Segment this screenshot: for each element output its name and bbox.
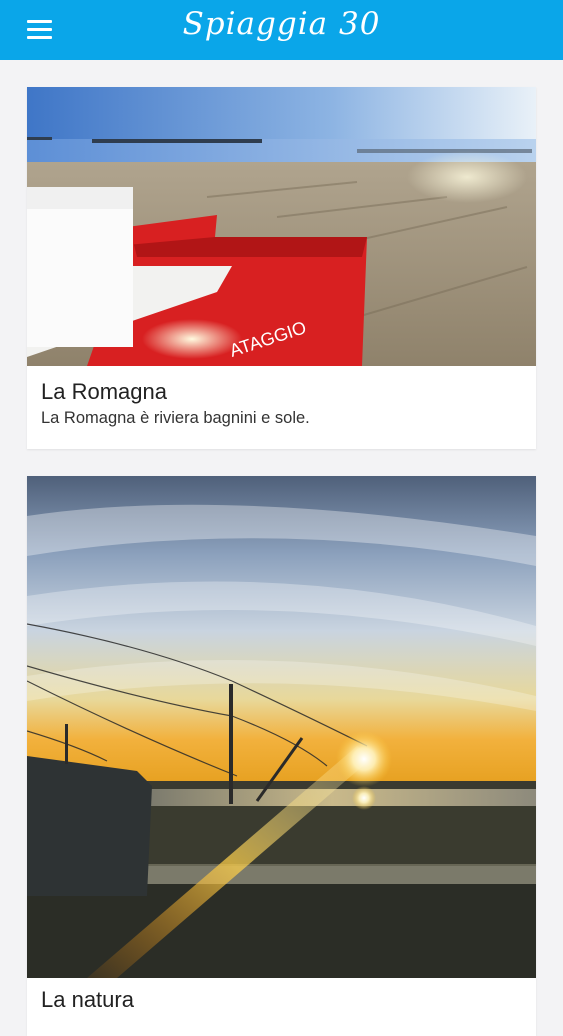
sunset-photo: [27, 476, 536, 978]
article-card[interactable]: La natura: [27, 476, 536, 1036]
app-title: Spiaggia 30: [182, 6, 381, 42]
beach-photo: ATAGGIO: [27, 87, 536, 366]
article-card[interactable]: ATAGGIO La Romagna La Romagna è riviera …: [27, 87, 536, 449]
app-bar: Spiaggia 30: [0, 0, 563, 60]
card-title: La natura: [41, 987, 134, 1012]
card-description: La Romagna è riviera bagnini e sole.: [41, 409, 310, 427]
card-title: La Romagna: [41, 379, 167, 404]
